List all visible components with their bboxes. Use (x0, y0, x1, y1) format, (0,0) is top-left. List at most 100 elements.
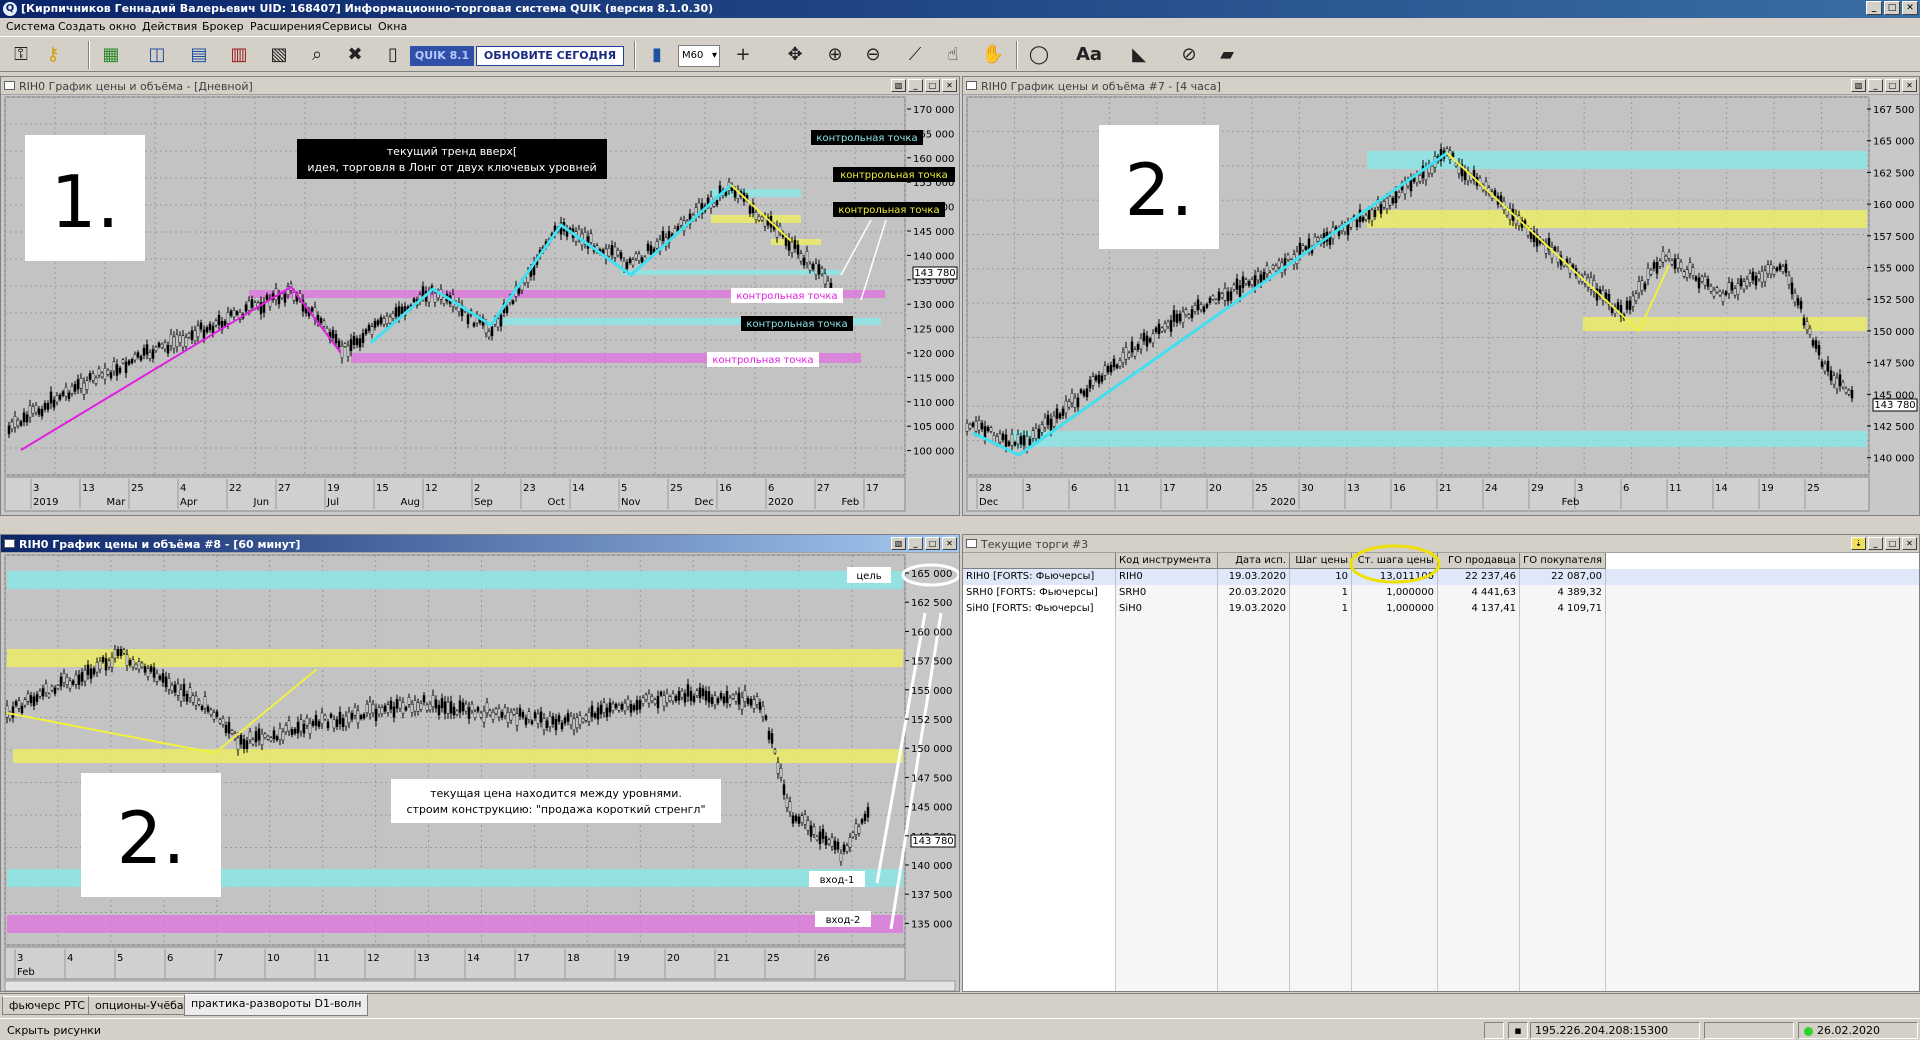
status-indicator-1 (1484, 1022, 1504, 1039)
interval-select[interactable]: M60 (678, 45, 720, 67)
h1-price-chart[interactable]: 165 000 162 500 160 000 157 500 155 000 152 5… (1, 553, 959, 991)
update-today-button[interactable]: ОБНОВИТЕ СЕГОДНЯ (476, 46, 624, 66)
close-button[interactable]: ✕ (1902, 1, 1918, 15)
y-tick-label: 140 000 (1873, 454, 1914, 465)
ellipse-tool-icon[interactable]: ◯ (1026, 43, 1052, 67)
x-tick-label: 25 (767, 953, 780, 964)
ruler-icon[interactable]: ⟋ (902, 43, 928, 67)
tab-options-study[interactable]: опционы-Учёба (88, 996, 191, 1015)
h1-chart-window: RIH0 График цены и объёма #8 - [60 минут… (0, 534, 960, 992)
pin-button[interactable]: ⇣ (1851, 537, 1866, 550)
panel-minimize-button[interactable]: _ (1868, 79, 1883, 92)
chart-window-icon[interactable]: ◫ (144, 43, 170, 67)
y-tick-label: 162 500 (1873, 168, 1914, 179)
x-tick-label: 6 (167, 953, 173, 964)
x-tick-label: 19 (327, 483, 340, 494)
panel-maximize-button[interactable]: □ (1885, 537, 1900, 550)
zone-cyan-target (7, 571, 903, 589)
panel-close-button[interactable]: ✕ (942, 537, 957, 550)
x-tick-label: 27 (278, 483, 291, 494)
x-tick-label: 17 (517, 953, 530, 964)
tile-button[interactable]: ▧ (891, 79, 906, 92)
table-row[interactable]: SRH0 [FORTS: Фьючерсы] SRH0 20.03.2020 1 1,0… (963, 585, 1919, 601)
menu-extensions[interactable]: Расширения (250, 20, 321, 33)
status-date: 26.02.2020 (1798, 1022, 1918, 1039)
trades-icon[interactable]: ▧ (266, 43, 292, 67)
x-month-label: Feb (842, 497, 860, 508)
zoom-in-icon[interactable]: ⊕ (822, 43, 848, 67)
y-tick-label: 167 500 (1873, 105, 1914, 116)
x-month-label: Apr (180, 497, 198, 508)
menu-windows[interactable]: Окна (378, 20, 407, 33)
menu-services[interactable]: Сервисы (322, 20, 372, 33)
x-tick-label: 12 (367, 953, 380, 964)
connection-icon: ▪ (1508, 1022, 1528, 1039)
label-control-point-2: контррольная точка (840, 170, 948, 181)
col-header-date[interactable]: Дата исп. (1218, 553, 1290, 569)
label-control-point-3: контрольная точка (838, 205, 939, 216)
code-cell: SiH0 (1116, 601, 1218, 617)
x-tick-label: 10 (267, 953, 280, 964)
col-header-go-buyer[interactable]: ГО покупателя (1520, 553, 1606, 569)
status-connection: 195.226.204.208:15300 (1530, 1022, 1700, 1039)
tab-practice-reversals[interactable]: практика-развороты D1-волн (184, 994, 369, 1016)
zoom-out-icon[interactable]: ⊖ (860, 43, 886, 67)
table-row[interactable]: SiH0 [FORTS: Фьючерсы] SiH0 19.03.2020 1 1,0… (963, 601, 1919, 617)
x-month-label: 2020 (1270, 497, 1295, 508)
panel-maximize-button[interactable]: □ (1885, 79, 1900, 92)
text-tool-icon[interactable]: Aa (1076, 43, 1102, 67)
tile-button[interactable]: ▧ (891, 537, 906, 550)
panel-close-button[interactable]: ✕ (1902, 537, 1917, 550)
menu-system[interactable]: Система (6, 20, 55, 33)
menu-create-window[interactable]: Создать окно (58, 20, 136, 33)
delete-table-icon[interactable]: ✖ (342, 43, 368, 67)
h4-price-chart[interactable]: 167 500 165 000 162 500 160 000 157 500 155 0… (963, 95, 1919, 515)
crosshair-icon[interactable]: + (730, 43, 756, 67)
fill-icon[interactable]: ◣ (1126, 43, 1152, 67)
y-tick-label: 147 500 (1873, 359, 1914, 370)
orders-icon[interactable]: ▥ (226, 43, 252, 67)
y-tick-label: 162 500 (911, 598, 952, 609)
chart-window-icon (4, 539, 15, 548)
h4-chart-title: RIH0 График цены и объёма #7 - [4 часа] (981, 80, 1221, 93)
y-tick-label: 120 000 (913, 349, 954, 360)
x-tick-label: 13 (417, 953, 430, 964)
panel-minimize-button[interactable]: _ (908, 79, 923, 92)
menu-actions[interactable]: Действия (142, 20, 197, 33)
daily-price-chart[interactable]: 170 000165 000160 000155 000150 000145 0… (1, 95, 959, 515)
calc-icon[interactable]: ▯ (380, 43, 406, 67)
x-tick-label: 21 (717, 953, 730, 964)
x-tick-label: 21 (1439, 483, 1452, 494)
key-icon[interactable]: ⚿ (8, 43, 34, 67)
x-tick-label: 19 (1761, 483, 1774, 494)
hide-drawings-icon[interactable]: ⊘ (1176, 43, 1202, 67)
hand-point-icon[interactable]: ☝ (940, 43, 966, 67)
panel-minimize-button[interactable]: _ (1868, 537, 1883, 550)
col-header-code[interactable]: Код инструмента (1116, 553, 1218, 569)
hand-grab-icon[interactable]: ✋ (980, 43, 1006, 67)
quik-version-badge: QUIK 8.1 (410, 46, 474, 66)
col-header-step[interactable]: Шаг цены (1290, 553, 1352, 569)
x-tick-label: 25 (131, 483, 144, 494)
eraser-icon[interactable]: ▰ (1214, 43, 1240, 67)
col-header-go-seller[interactable]: ГО продавца (1438, 553, 1520, 569)
zone-yellow-158k (1367, 210, 1867, 228)
panel-minimize-button[interactable]: _ (908, 537, 923, 550)
new-table-icon[interactable]: ▦ (98, 43, 124, 67)
quotes-icon[interactable]: ▤ (186, 43, 212, 67)
tab-rts-futures[interactable]: фьючерс РТС (2, 996, 92, 1015)
panel-close-button[interactable]: ✕ (942, 79, 957, 92)
move-icon[interactable]: ✥ (782, 43, 808, 67)
key-gold-icon[interactable]: ⚷ (40, 43, 66, 67)
tile-button[interactable]: ▧ (1851, 79, 1866, 92)
panel-maximize-button[interactable]: □ (925, 537, 940, 550)
menu-broker[interactable]: Брокер (202, 20, 244, 33)
maximize-button[interactable]: □ (1884, 1, 1900, 15)
candles-icon[interactable]: ▮ (644, 43, 670, 67)
panel-close-button[interactable]: ✕ (1902, 79, 1917, 92)
x-tick-label: 16 (1393, 483, 1406, 494)
search-table-icon[interactable]: ⌕ (304, 43, 330, 67)
panel-maximize-button[interactable]: □ (925, 79, 940, 92)
minimize-button[interactable]: _ (1866, 1, 1882, 15)
x-tick-label: 12 (425, 483, 438, 494)
